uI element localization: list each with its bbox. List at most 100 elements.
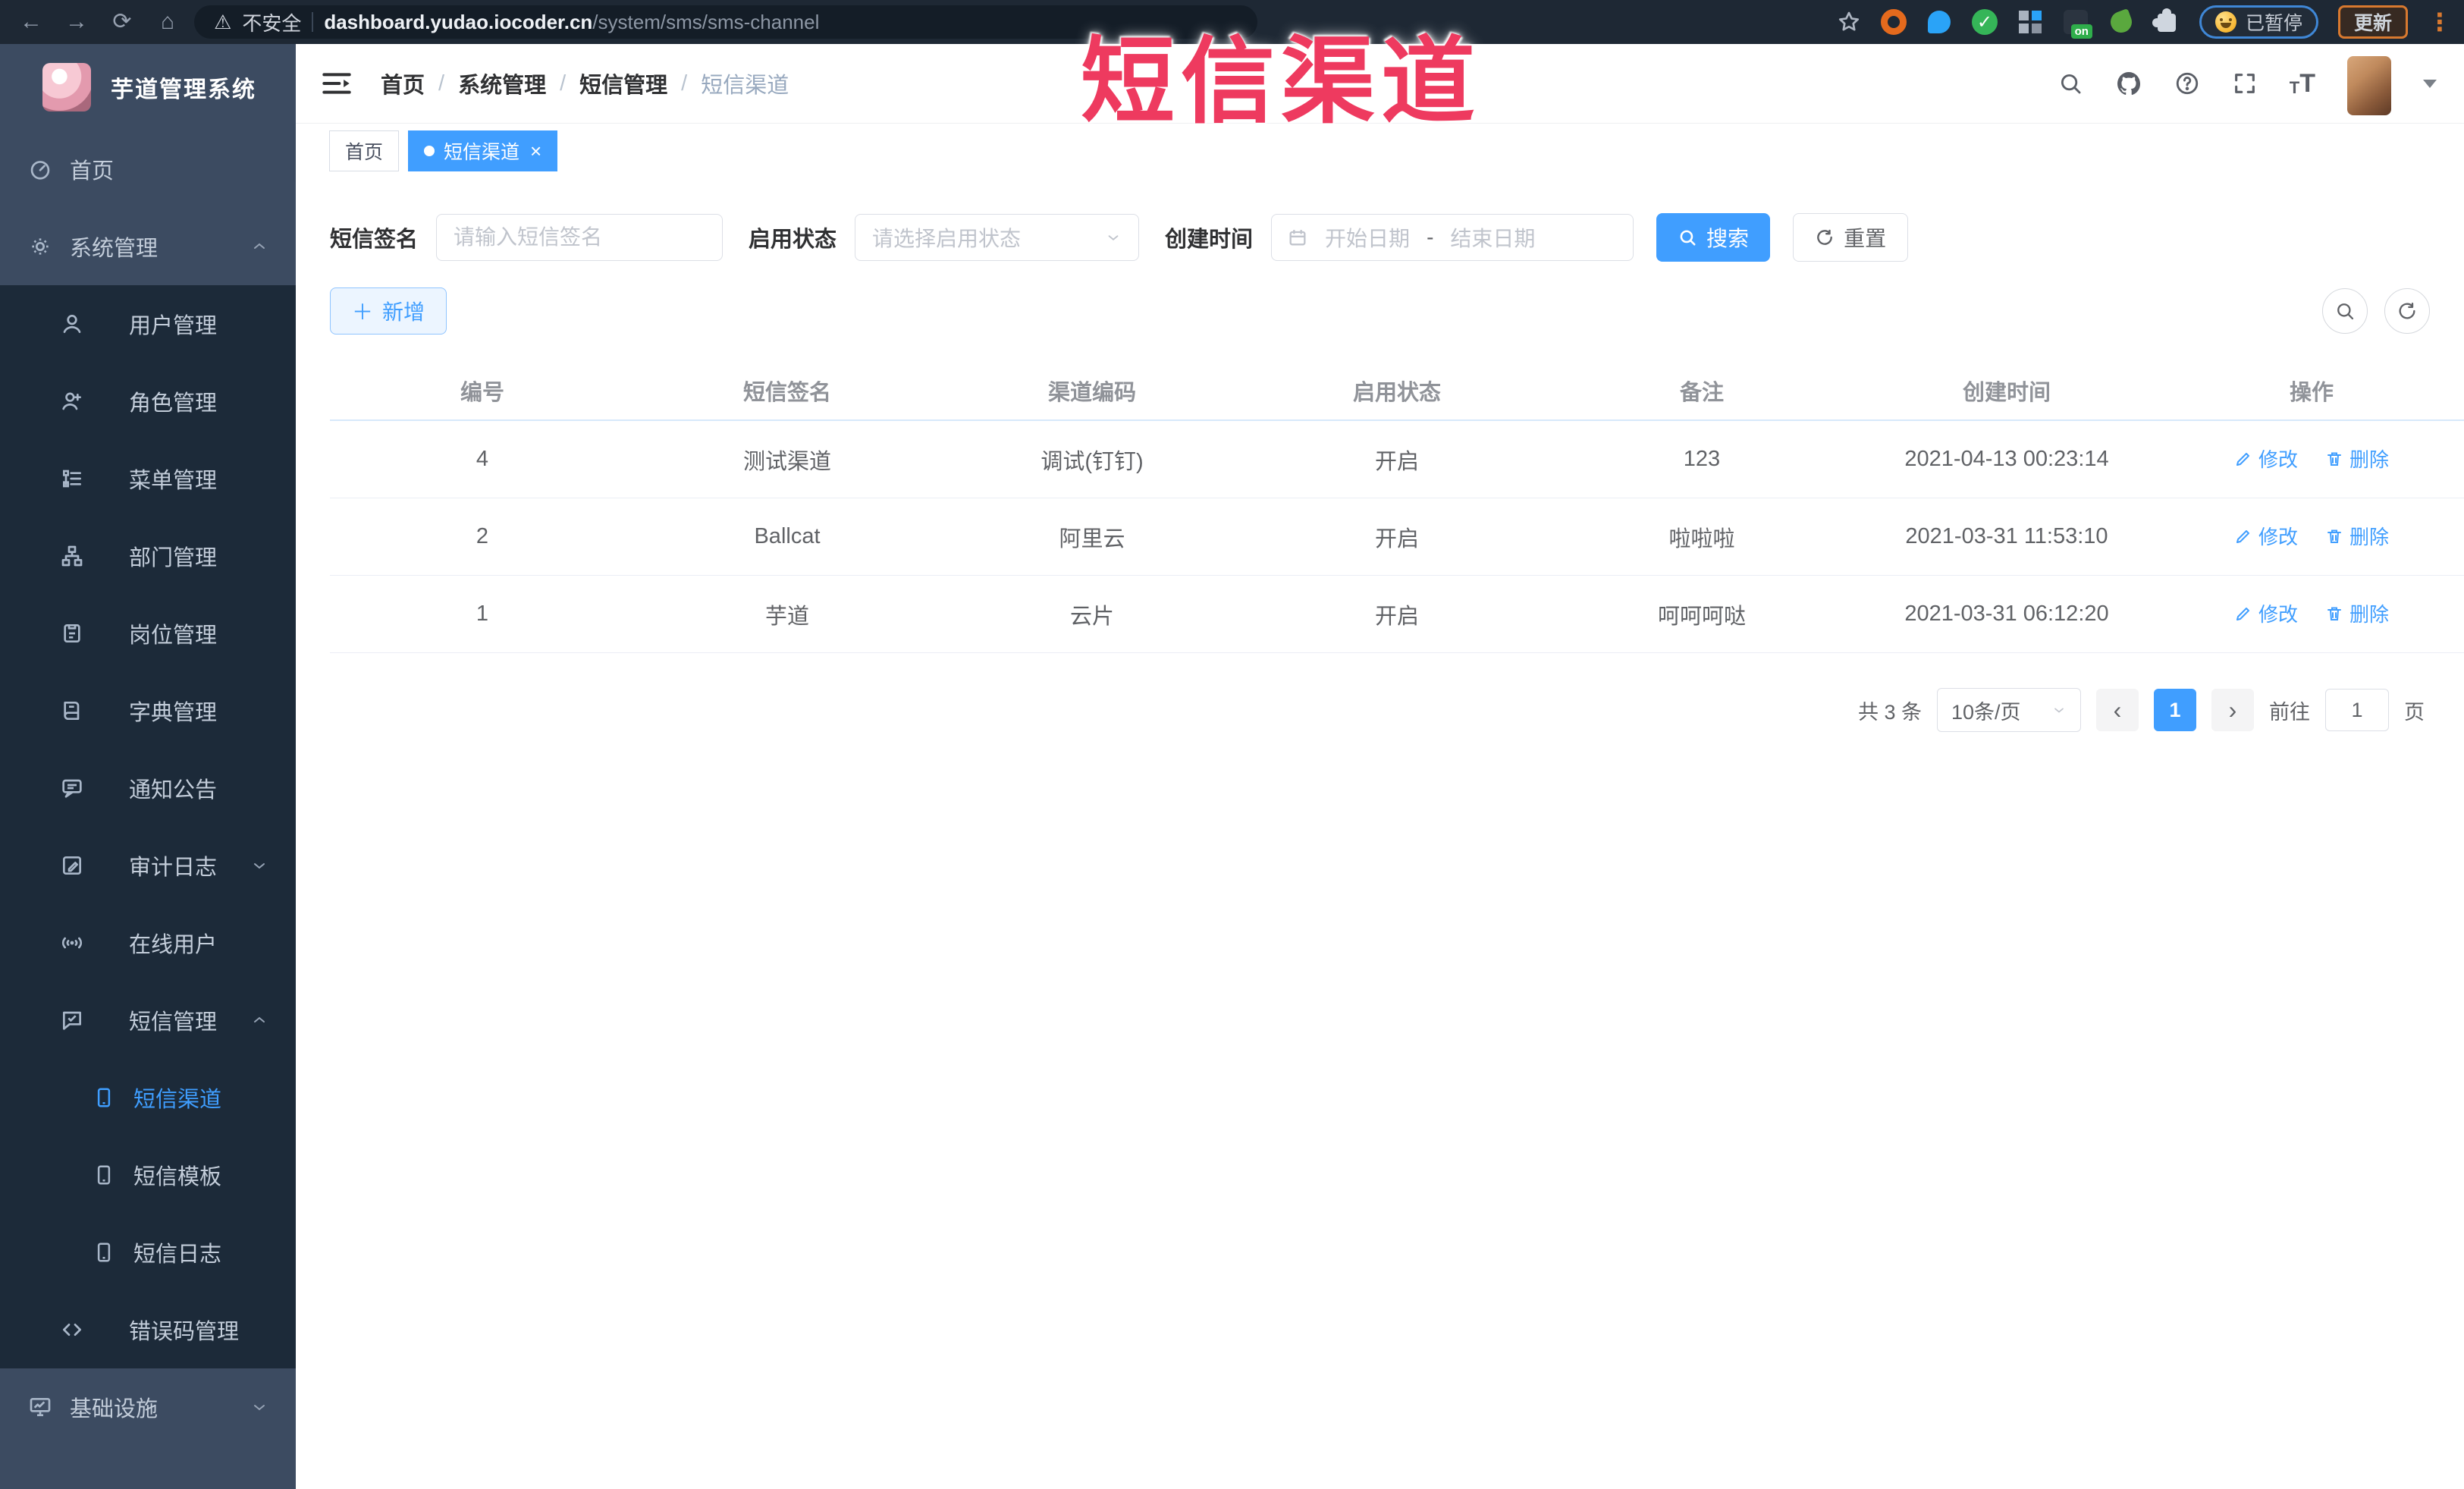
ext-blue-drop-icon[interactable] (1926, 9, 1952, 35)
edit-link[interactable]: 修改 (2234, 522, 2298, 550)
sidebar-item-infrastructure[interactable]: 基础设施 (0, 1368, 296, 1446)
cell-sign: 芋道 (635, 575, 940, 653)
sidebar-item-dict-mgmt[interactable]: 字典管理 (0, 672, 296, 749)
cell-status: 开启 (1245, 575, 1549, 653)
sidebar-item-online-users[interactable]: 在线用户 (0, 904, 296, 982)
breadcrumb-system-mgmt[interactable]: 系统管理 (458, 68, 546, 99)
sidebar-item-label: 审计日志 (129, 856, 218, 880)
ext-orange-ring-icon[interactable] (1880, 9, 1907, 35)
table-header-row: 编号 短信签名 渠道编码 启用状态 备注 创建时间 操作 (330, 362, 2464, 421)
sidebar-item-menu-mgmt[interactable]: 菜单管理 (0, 440, 296, 517)
sidebar-item-sms-template[interactable]: 短信模板 (0, 1136, 296, 1214)
ext-dark-on-icon[interactable]: on (2063, 9, 2092, 39)
home-icon[interactable]: ⌂ (149, 0, 187, 44)
pencil-icon (2234, 605, 2252, 623)
delete-link[interactable]: 删除 (2325, 599, 2389, 627)
edit-link[interactable]: 修改 (2234, 599, 2298, 627)
prev-page-button[interactable]: ‹ (2096, 689, 2139, 731)
pencil-icon (2234, 527, 2252, 545)
breadcrumb-separator: / (681, 71, 688, 96)
ext-green-leaf-icon[interactable] (2108, 8, 2135, 36)
sidebar-item-sms-mgmt[interactable]: 短信管理 (0, 982, 296, 1059)
warning-icon: ⚠ (214, 10, 232, 33)
sidebar-item-error-code-mgmt[interactable]: 错误码管理 (0, 1291, 296, 1368)
status-placeholder: 请选择启用状态 (872, 227, 1022, 250)
edit-link[interactable]: 修改 (2234, 445, 2298, 473)
sidebar-item-sms-channel[interactable]: 短信渠道 (0, 1059, 296, 1136)
reload-icon[interactable]: ⟳ (103, 0, 141, 44)
monitor-icon (27, 1394, 53, 1420)
search-circle-icon[interactable] (2322, 288, 2368, 334)
sidebar-item-post-mgmt[interactable]: 岗位管理 (0, 595, 296, 672)
phone-icon (91, 1085, 117, 1110)
edit-label: 修改 (2258, 603, 2298, 627)
sidebar-item-label: 字典管理 (129, 701, 218, 725)
sign-label: 短信签名 (330, 228, 419, 252)
cell-code: 阿里云 (940, 498, 1245, 576)
goto-page-input[interactable] (2325, 689, 2389, 731)
sidebar-item-user-mgmt[interactable]: 用户管理 (0, 285, 296, 363)
hamburger-icon[interactable] (322, 71, 352, 96)
ext-green-check-icon[interactable]: ✓ (1971, 9, 1998, 35)
sidebar-item-system-mgmt[interactable]: 系统管理 (0, 208, 296, 285)
active-dot-icon (424, 146, 435, 156)
avatar[interactable] (2347, 56, 2391, 115)
next-page-button[interactable]: › (2211, 689, 2254, 731)
help-icon[interactable] (2174, 71, 2200, 96)
caret-down-icon[interactable] (2423, 79, 2437, 88)
search-icon[interactable] (2058, 71, 2083, 96)
reset-button[interactable]: 重置 (1793, 213, 1909, 262)
sidebar-submenu-system: 用户管理 角色管理 菜单管理 部门管理 岗位管理 字典管理 通知公告 审计日志 … (0, 285, 296, 1368)
col-id: 编号 (330, 362, 635, 421)
sidebar-item-sms-log[interactable]: 短信日志 (0, 1214, 296, 1291)
sidebar-logo[interactable]: 芋道管理系统 (0, 44, 296, 130)
sign-input[interactable] (436, 214, 724, 261)
sidebar-item-role-mgmt[interactable]: 角色管理 (0, 363, 296, 440)
github-icon[interactable] (2115, 70, 2142, 97)
status-select[interactable]: 请选择启用状态 (855, 214, 1140, 261)
date-range-picker[interactable]: 开始日期 - 结束日期 (1271, 214, 1634, 261)
chevron-down-icon (250, 1398, 268, 1416)
delete-link[interactable]: 删除 (2325, 522, 2389, 550)
breadcrumb-sms-mgmt[interactable]: 短信管理 (579, 68, 667, 99)
add-button[interactable]: ＋ 新增 (330, 287, 447, 335)
edit-label: 修改 (2258, 526, 2298, 549)
back-icon[interactable]: ← (12, 0, 50, 44)
app-title: 芋道管理系统 (111, 77, 256, 102)
security-label: 不安全 (242, 11, 302, 35)
close-icon[interactable]: × (530, 140, 541, 163)
sidebar-item-audit-log[interactable]: 审计日志 (0, 827, 296, 904)
tab-home[interactable]: 首页 (329, 130, 400, 171)
sidebar-item-notice[interactable]: 通知公告 (0, 749, 296, 827)
app-frame: 芋道管理系统 首页 系统管理 用户管理 角色管理 菜单管理 部门管理 岗位管理 … (0, 44, 2464, 1489)
cell-id: 1 (330, 575, 635, 653)
fullscreen-icon[interactable] (2232, 71, 2258, 96)
search-button[interactable]: 搜索 (1656, 213, 1771, 262)
cell-remark: 呵呵呵哒 (1549, 575, 1854, 653)
cell-remark: 啦啦啦 (1549, 498, 1854, 576)
forward-icon[interactable]: → (58, 0, 96, 44)
breadcrumb-home[interactable]: 首页 (381, 68, 425, 99)
browser-menu-icon[interactable]: ⋮ (2428, 0, 2452, 44)
delete-link[interactable]: 删除 (2325, 445, 2389, 473)
cell-sign: 测试渠道 (635, 420, 940, 498)
sidebar-item-label: 短信渠道 (133, 1088, 222, 1112)
sidebar-item-home[interactable]: 首页 (0, 130, 296, 208)
refresh-circle-icon[interactable] (2384, 288, 2430, 334)
delete-label: 删除 (2349, 526, 2390, 549)
font-size-icon[interactable]: TT (2290, 71, 2315, 96)
page-size-select[interactable]: 10条/页 (1937, 688, 2081, 732)
dashboard-icon (27, 156, 53, 182)
ext-grid-icon[interactable] (2017, 9, 2043, 35)
page-1-button[interactable]: 1 (2154, 689, 2196, 731)
ext-puzzle-icon[interactable] (2152, 8, 2180, 35)
logo-image (42, 63, 91, 112)
sidebar-item-label: 短信管理 (129, 1010, 218, 1035)
bookmark-star-icon[interactable] (1837, 10, 1861, 34)
org-icon (59, 543, 85, 569)
sidebar-item-dept-mgmt[interactable]: 部门管理 (0, 517, 296, 595)
address-divider (312, 12, 314, 32)
tab-sms-channel[interactable]: 短信渠道 × (408, 130, 558, 171)
paused-extension-chip[interactable]: 已暂停 (2199, 5, 2318, 39)
update-button[interactable]: 更新 (2337, 5, 2408, 39)
